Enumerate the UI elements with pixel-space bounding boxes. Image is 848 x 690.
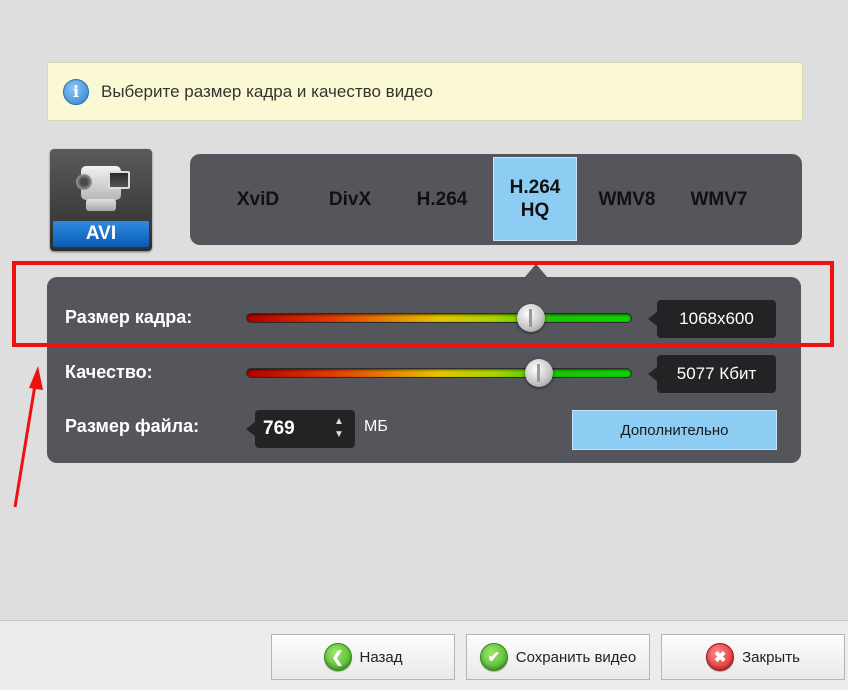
close-button[interactable]: ✖ Закрыть xyxy=(661,634,845,680)
save-button-label: Сохранить видео xyxy=(515,648,637,666)
close-icon: ✖ xyxy=(706,643,735,671)
save-video-button[interactable]: ✔ Сохранить видео xyxy=(466,634,650,680)
arrow-left-icon: ❮ xyxy=(323,643,352,671)
back-button[interactable]: ❮ Назад xyxy=(271,634,455,680)
annotation-arrow xyxy=(13,366,43,508)
close-button-label: Закрыть xyxy=(742,648,800,666)
back-button-label: Назад xyxy=(359,648,403,666)
checkmark-icon: ✔ xyxy=(479,643,508,671)
